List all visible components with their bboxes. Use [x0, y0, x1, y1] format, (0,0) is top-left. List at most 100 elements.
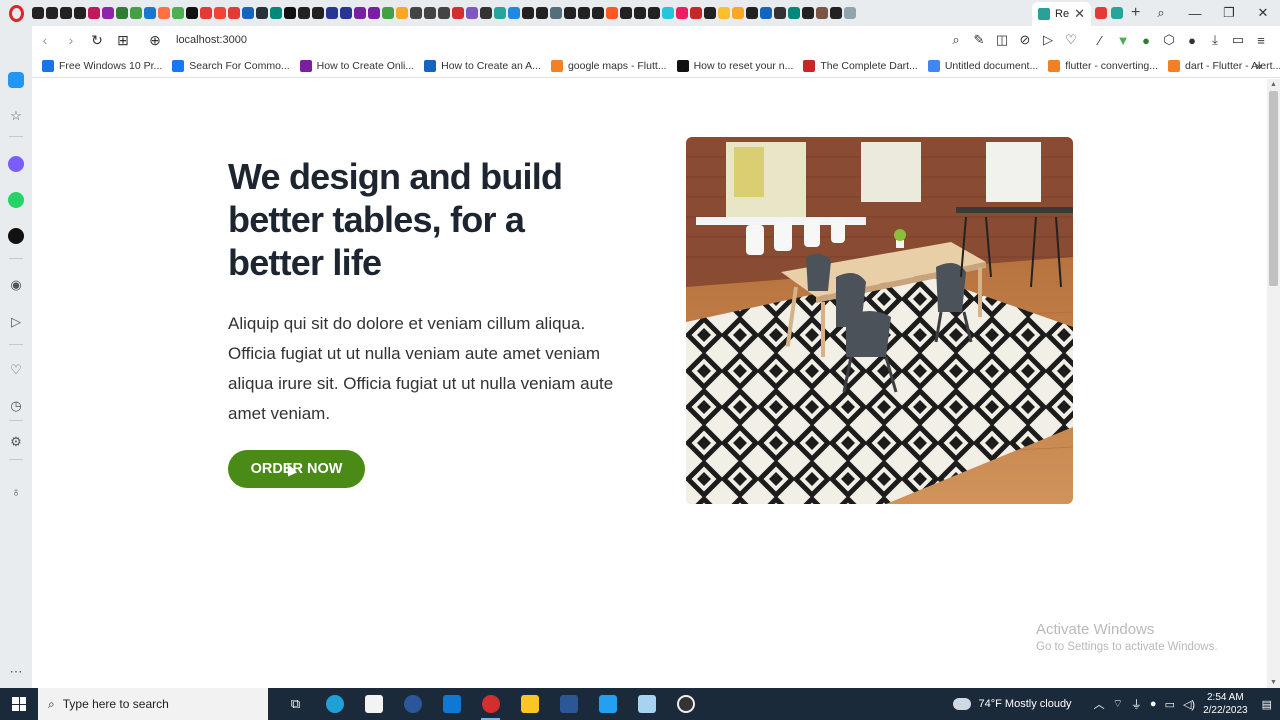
pinned-tab-favicon[interactable]	[662, 7, 674, 19]
download-icon[interactable]: ⤓	[1208, 32, 1222, 48]
pinned-tab-favicon[interactable]	[788, 7, 800, 19]
tabs-grid-icon[interactable]: ⊞	[110, 32, 136, 49]
order-now-button[interactable]: ORDER NOW	[228, 450, 365, 488]
settings-icon[interactable]: ⚙	[7, 433, 25, 451]
eyedropper-icon[interactable]: ⁄	[1093, 33, 1107, 48]
pinned-tab-favicon[interactable]	[270, 7, 282, 19]
pinned-tab-favicon[interactable]	[382, 7, 394, 19]
vscode-icon[interactable]	[588, 688, 627, 720]
pinned-tab-favicon[interactable]	[704, 7, 716, 19]
pinned-tab-favicon[interactable]	[606, 7, 618, 19]
scroll-down-icon[interactable]: ▼	[1267, 679, 1280, 686]
pinned-tab-favicon[interactable]	[228, 7, 240, 19]
pinned-tab-favicon[interactable]	[410, 7, 422, 19]
pinned-tab-favicon[interactable]	[284, 7, 296, 19]
weather-text[interactable]: 74°F Mostly cloudy	[979, 698, 1072, 710]
pinned-tab-favicon[interactable]	[424, 7, 436, 19]
pinned-tab-favicon[interactable]	[620, 7, 632, 19]
pinned-tab-favicon[interactable]	[116, 7, 128, 19]
pinned-tab-favicon[interactable]	[326, 7, 338, 19]
bookmark-item[interactable]: How to Create an A...	[424, 59, 541, 72]
pinned-tab-favicon[interactable]	[760, 7, 772, 19]
pinned-tab-favicon[interactable]	[844, 7, 856, 19]
maximize-button[interactable]: ❐	[1212, 5, 1246, 21]
profile-icon[interactable]: ●	[1185, 33, 1199, 48]
bookmark-item[interactable]: Free Windows 10 Pr...	[42, 59, 162, 72]
menu-icon[interactable]: ≡	[1254, 33, 1268, 48]
pinned-tab-favicon[interactable]	[676, 7, 688, 19]
pinned-tab-favicon[interactable]	[88, 7, 100, 19]
pinned-tab-favicon[interactable]	[32, 7, 44, 19]
pinned-tab-favicon[interactable]	[158, 7, 170, 19]
pinned-tab-favicon[interactable]	[368, 7, 380, 19]
page-scrollbar[interactable]: ▲ ▼	[1267, 79, 1280, 688]
pinned-tab-favicon[interactable]	[172, 7, 184, 19]
scroll-thumb[interactable]	[1269, 91, 1278, 286]
pinned-tab-favicon[interactable]	[186, 7, 198, 19]
bookmark-item[interactable]: How to Create Onli...	[299, 59, 414, 72]
shield-icon[interactable]: ⊘	[1018, 32, 1032, 48]
pinned-tab-favicon[interactable]	[130, 7, 142, 19]
pinned-tab-favicon[interactable]	[480, 7, 492, 19]
pinned-tab-favicon[interactable]	[60, 7, 72, 19]
start-button[interactable]	[0, 688, 38, 720]
battery-icon[interactable]: ▭	[1231, 32, 1245, 48]
clock[interactable]: 2:54 AM 2/22/2023	[1203, 691, 1248, 717]
forward-icon[interactable]: ›	[58, 32, 84, 48]
pinned-tab-favicon[interactable]	[802, 7, 814, 19]
battery-tray-icon[interactable]: ▭	[1165, 698, 1175, 711]
pinned-tab-favicon[interactable]	[508, 7, 520, 19]
pinned-tab-favicon[interactable]	[354, 7, 366, 19]
word-icon[interactable]	[549, 688, 588, 720]
edge-icon[interactable]	[315, 688, 354, 720]
bookmarks-more-icon[interactable]: »	[1255, 59, 1262, 73]
tab-favicon[interactable]	[1110, 7, 1123, 19]
back-icon[interactable]: ‹	[32, 32, 58, 48]
history-icon[interactable]: ◷	[7, 397, 25, 415]
play-icon[interactable]: ▷	[1041, 32, 1055, 48]
bookmark-item[interactable]: Search For Commo...	[172, 59, 290, 72]
bookmark-item[interactable]: Untitled document...	[927, 59, 1038, 72]
tab-favicon[interactable]	[1094, 7, 1107, 19]
recorder-icon[interactable]	[666, 688, 705, 720]
pinned-tab-favicon[interactable]	[340, 7, 352, 19]
mail-icon[interactable]	[432, 688, 471, 720]
opera-menu-button[interactable]	[0, 0, 32, 26]
task-view-icon[interactable]: ⧉	[276, 688, 315, 720]
whatsapp-icon[interactable]	[7, 191, 25, 209]
tray-chevron-icon[interactable]: ︿	[1094, 696, 1105, 712]
pinned-tab-favicon[interactable]	[494, 7, 506, 19]
bookmark-item[interactable]: The Complete Dart...	[803, 59, 918, 72]
tips-bulb-icon[interactable]: ♁	[7, 482, 25, 500]
tab-search-icon[interactable]: ⌕	[1144, 5, 1178, 21]
notifications-icon[interactable]: ▤	[1262, 698, 1272, 711]
pinned-tab-favicon[interactable]	[438, 7, 450, 19]
notepad-icon[interactable]	[627, 688, 666, 720]
taskbar-search[interactable]: ⌕ Type here to search	[38, 688, 268, 720]
pinned-tab-favicon[interactable]	[550, 7, 562, 19]
pinned-tab-favicon[interactable]	[648, 7, 660, 19]
pinned-tab-favicon[interactable]	[74, 7, 86, 19]
speed-dial-icon[interactable]: ☆	[7, 107, 25, 125]
bookmark-item[interactable]: flutter - converting...	[1048, 59, 1158, 72]
pinned-tab-favicon[interactable]	[396, 7, 408, 19]
opera-taskbar-icon[interactable]	[471, 688, 510, 720]
pinned-tab-favicon[interactable]	[564, 7, 576, 19]
pinned-tab-favicon[interactable]	[592, 7, 604, 19]
pinned-tab-favicon[interactable]	[242, 7, 254, 19]
pinned-tab-favicon[interactable]	[144, 7, 156, 19]
more-icon[interactable]: ⋯	[7, 663, 25, 681]
usb-icon[interactable]: ⏚	[1131, 696, 1142, 712]
send-icon[interactable]: ▷	[7, 313, 25, 331]
pinned-tab-favicon[interactable]	[256, 7, 268, 19]
pinned-tab-favicon[interactable]	[46, 7, 58, 19]
pinned-tab-favicon[interactable]	[732, 7, 744, 19]
minimize-button[interactable]: —	[1178, 6, 1212, 21]
extension-icon[interactable]: ●	[1139, 33, 1153, 48]
bookmark-item[interactable]: How to reset your n...	[676, 59, 793, 72]
pinned-tab-favicon[interactable]	[214, 7, 226, 19]
tab-active[interactable]: Re ✕	[1032, 2, 1091, 26]
bookmark-item[interactable]: dart - Flutter - Alert...	[1168, 59, 1280, 72]
pinned-tab-favicon[interactable]	[746, 7, 758, 19]
heart-icon[interactable]: ♡	[1064, 32, 1078, 48]
